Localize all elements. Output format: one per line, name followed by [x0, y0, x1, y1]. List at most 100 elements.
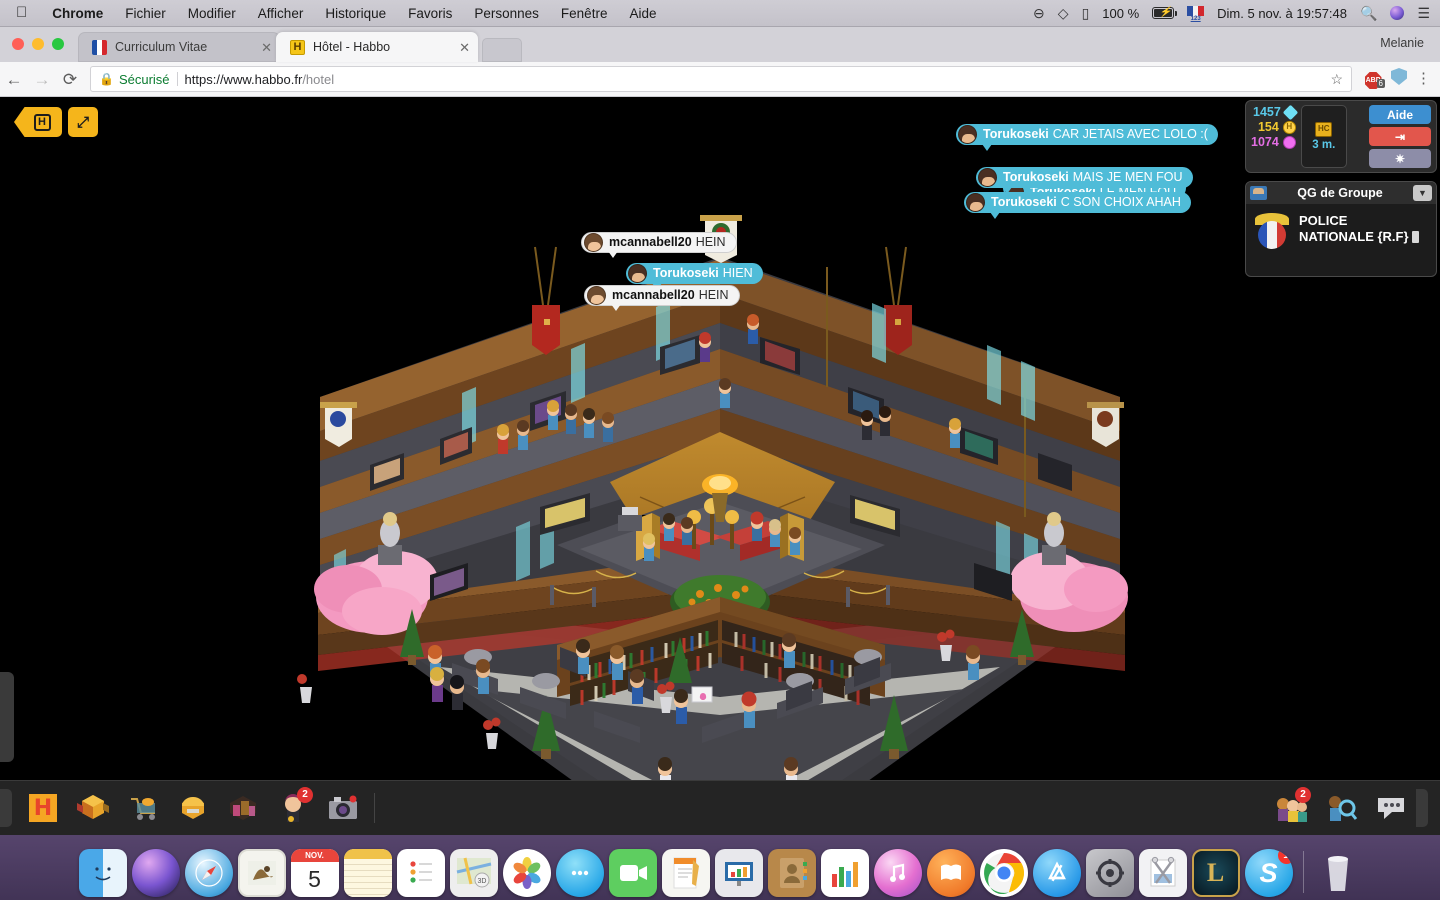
avatar-profile-icon[interactable]: 2: [268, 786, 318, 830]
chrome-icon[interactable]: [979, 849, 1028, 897]
chat-username: Torukoseki: [653, 266, 719, 281]
menu-fichier[interactable]: Fichier: [114, 6, 177, 21]
reminders-icon[interactable]: [396, 849, 445, 897]
group-widget-header[interactable]: QG de Groupe ▼: [1246, 182, 1436, 204]
settings-button[interactable]: ✷: [1369, 149, 1431, 168]
minimize-window-button[interactable]: [32, 38, 44, 50]
clock-datetime[interactable]: Dim. 5 nov. à 19:57:48: [1217, 6, 1347, 21]
chat-bubble[interactable]: Torukoseki MAIS JE MEN FOU: [976, 167, 1193, 194]
search-icon[interactable]: 🔍: [1360, 5, 1377, 22]
keynote-icon[interactable]: [714, 849, 763, 897]
apple-logo-icon[interactable]: : [0, 5, 41, 20]
ibooks-icon[interactable]: [926, 849, 975, 897]
friends-icon[interactable]: 2: [1266, 786, 1316, 830]
new-tab-button[interactable]: [482, 38, 522, 62]
address-bar[interactable]: 🔒 Sécurisé https://www.habbo.fr/hotel ☆: [90, 66, 1352, 92]
habbo-room-scene[interactable]: [0, 97, 1440, 835]
skype-icon[interactable]: S 1: [1244, 849, 1293, 897]
forward-button[interactable]: →: [28, 71, 56, 88]
builders-club-icon[interactable]: [168, 786, 218, 830]
back-button[interactable]: ←: [0, 71, 28, 88]
exit-button[interactable]: ⇥: [1369, 127, 1431, 146]
menu-afficher[interactable]: Afficher: [247, 6, 315, 21]
input-source-flag-icon[interactable]: 123: [1187, 5, 1204, 22]
system-preferences-icon[interactable]: [1085, 849, 1134, 897]
trash-icon[interactable]: [1314, 849, 1362, 897]
siri-icon[interactable]: [131, 849, 180, 897]
chat-bubble[interactable]: Torukoseki CAR JETAIS AVEC LOLO :(: [956, 124, 1218, 151]
calendar-icon[interactable]: NOV. 5: [290, 849, 339, 897]
messages-icon[interactable]: [555, 849, 604, 897]
habbo-game-viewport[interactable]: H ⤢ Torukoseki LE MEN FOU Torukoseki CAR…: [0, 97, 1440, 835]
group-name: POLICE NATIONALE {R.F}: [1299, 213, 1419, 244]
group-name-line1: POLICE: [1299, 213, 1348, 228]
room-svg: [297, 215, 1128, 835]
tab-close-icon[interactable]: ✕: [453, 41, 470, 54]
shield-extension-icon[interactable]: [1386, 68, 1412, 90]
group-name-line2: NATIONALE {R.F}: [1299, 228, 1409, 244]
hc-membership-box[interactable]: HC 3 m.: [1300, 105, 1347, 168]
currency-diamonds[interactable]: 1457: [1251, 104, 1299, 120]
shop-cart-icon[interactable]: [118, 786, 168, 830]
chat-history-icon[interactable]: [1366, 786, 1416, 830]
menu-favoris[interactable]: Favoris: [397, 6, 463, 21]
habbo-home-icon[interactable]: H: [18, 786, 68, 830]
star-icon[interactable]: ☆: [1330, 71, 1343, 88]
tab-close-icon[interactable]: ✕: [255, 41, 272, 54]
close-window-button[interactable]: [12, 38, 24, 50]
kebab-menu-icon[interactable]: ⋮: [1412, 71, 1440, 85]
toolbar-handle[interactable]: [0, 789, 12, 827]
app-store-icon[interactable]: [1032, 849, 1081, 897]
inventory-icon[interactable]: [218, 786, 268, 830]
menu-fenetre[interactable]: Fenêtre: [550, 6, 619, 21]
do-not-disturb-icon[interactable]: ⊖: [1033, 5, 1045, 22]
siri-icon[interactable]: [1390, 6, 1405, 20]
chat-bubble[interactable]: mcannabell20 HEIN: [584, 285, 740, 311]
chat-bubble[interactable]: mcannabell20 HEIN: [581, 232, 737, 258]
wifi-icon[interactable]: ◇: [1058, 5, 1069, 22]
airplay-icon[interactable]: ▯: [1082, 5, 1090, 22]
reload-button[interactable]: ⟳: [56, 71, 84, 88]
chat-username: Torukoseki: [983, 127, 1049, 142]
chevron-down-icon[interactable]: ▼: [1413, 185, 1432, 201]
menu-historique[interactable]: Historique: [314, 6, 397, 21]
battery-charging-icon[interactable]: ⚡: [1152, 7, 1178, 19]
facetime-icon[interactable]: [608, 849, 657, 897]
camera-icon[interactable]: [318, 786, 368, 830]
notification-center-icon[interactable]: ☰: [1417, 5, 1430, 22]
catalog-icon[interactable]: [68, 786, 118, 830]
safari-icon[interactable]: [184, 849, 233, 897]
finder-icon[interactable]: [78, 849, 127, 897]
menu-personnes[interactable]: Personnes: [463, 6, 550, 21]
help-button[interactable]: Aide: [1369, 105, 1431, 124]
pages-icon[interactable]: [661, 849, 710, 897]
navigate-back-button[interactable]: H: [14, 107, 62, 137]
notes-icon[interactable]: [343, 849, 392, 897]
chrome-profile-name[interactable]: Melanie: [1380, 36, 1424, 50]
chat-bubble[interactable]: Torukoseki C SON CHOIX AHAH: [964, 192, 1191, 219]
currency-duckets[interactable]: 1074: [1251, 135, 1296, 149]
itunes-icon[interactable]: [873, 849, 922, 897]
menu-chrome[interactable]: Chrome: [41, 6, 114, 21]
zoom-window-button[interactable]: [52, 38, 64, 50]
menu-aide[interactable]: Aide: [618, 6, 667, 21]
maps-icon[interactable]: 3D: [449, 849, 498, 897]
diamond-icon: [1282, 104, 1299, 120]
chat-bubble[interactable]: Torukoseki HIEN: [626, 263, 763, 290]
league-of-legends-icon[interactable]: L: [1191, 849, 1240, 897]
find-friends-icon[interactable]: [1316, 786, 1366, 830]
toolbar-handle-right[interactable]: [1416, 789, 1428, 827]
expand-arrows-icon[interactable]: ⤢: [68, 107, 98, 137]
tab-hotel-habbo[interactable]: H Hôtel - Habbo ✕: [276, 32, 478, 62]
photos-icon[interactable]: [502, 849, 551, 897]
adblock-icon[interactable]: ABP 6: [1360, 69, 1386, 89]
preview-icon[interactable]: [1138, 849, 1187, 897]
menu-modifier[interactable]: Modifier: [177, 6, 247, 21]
numbers-icon[interactable]: [820, 849, 869, 897]
currency-credits[interactable]: 154 H: [1251, 120, 1296, 134]
mail-icon[interactable]: [237, 849, 286, 897]
tab-curriculum-vitae[interactable]: Curriculum Vitae ✕: [78, 32, 280, 62]
dock-separator: [1302, 851, 1304, 893]
group-widget-body[interactable]: POLICE NATIONALE {R.F}: [1246, 204, 1436, 276]
contacts-icon[interactable]: [767, 849, 816, 897]
